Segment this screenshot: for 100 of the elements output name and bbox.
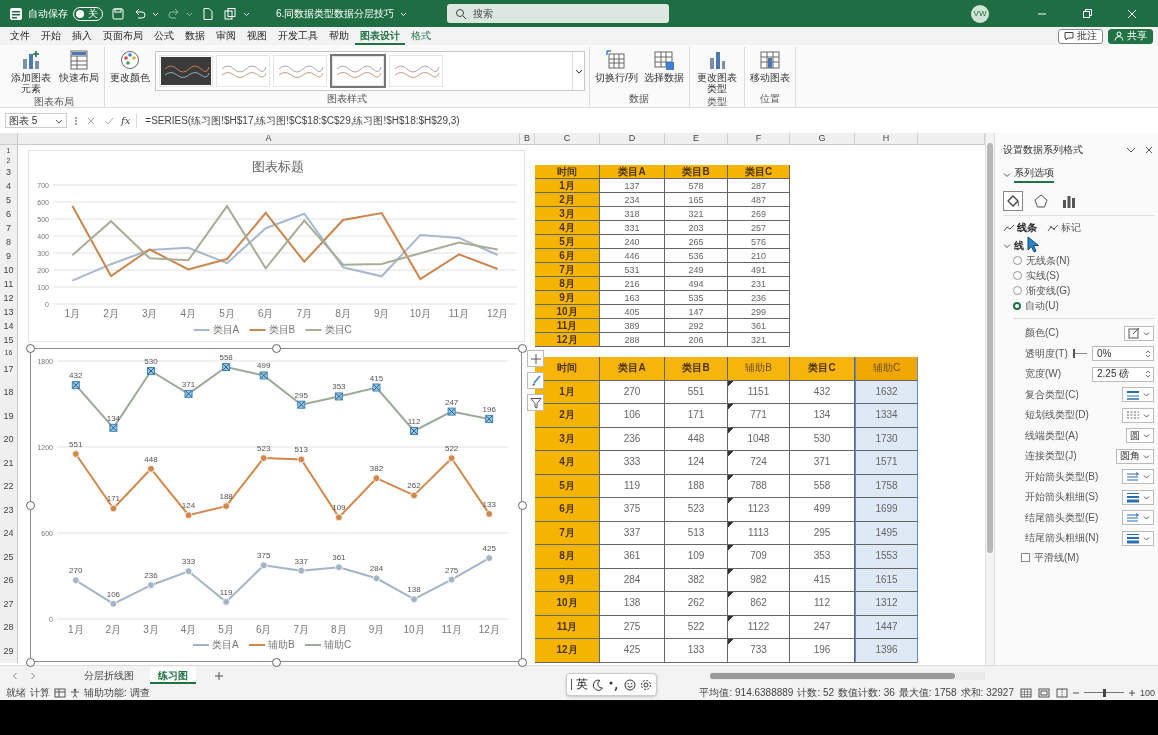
insert-function-button[interactable]: fx: [121, 115, 131, 126]
chart-elements-button[interactable]: [527, 350, 544, 367]
row-header[interactable]: 15: [0, 333, 18, 347]
page-break-icon[interactable]: [1055, 687, 1068, 698]
row-header[interactable]: 29: [0, 639, 18, 663]
row-header[interactable]: 3: [0, 165, 18, 179]
resize-handle[interactable]: [272, 344, 281, 353]
legend-item[interactable]: 类目A: [192, 639, 239, 650]
resize-handle[interactable]: [518, 501, 527, 510]
transparency-field[interactable]: 0%: [1092, 346, 1154, 362]
row-header[interactable]: 11: [0, 277, 18, 291]
line-style-dropdown[interactable]: [1122, 489, 1154, 505]
row-header[interactable]: 24: [0, 521, 18, 545]
ribbon-tab[interactable]: 帮助: [324, 27, 354, 45]
column-header[interactable]: G: [790, 133, 855, 145]
chevron-icon[interactable]: [1126, 145, 1136, 155]
row-header[interactable]: 26: [0, 568, 18, 592]
series-options-tab[interactable]: 系列选项: [1014, 166, 1054, 183]
moon-icon[interactable]: [592, 678, 604, 691]
file-icon[interactable]: [201, 6, 215, 21]
ribbon-tab[interactable]: 开发工具: [273, 27, 323, 45]
row-header[interactable]: 27: [0, 592, 18, 616]
legend-item[interactable]: 类目A: [192, 324, 240, 335]
smiley-icon[interactable]: [624, 678, 636, 691]
ribbon-tab[interactable]: 公式: [149, 27, 179, 45]
legend-item[interactable]: 辅助B: [248, 639, 295, 650]
dropdown[interactable]: 圆: [1126, 428, 1154, 444]
line-style-dropdown[interactable]: [1122, 387, 1154, 403]
zoom-level[interactable]: 100: [1139, 685, 1155, 700]
status-text[interactable]: 计算: [30, 685, 50, 700]
series-line[interactable]: [71, 363, 494, 435]
pane-tab[interactable]: 线条: [1003, 221, 1037, 235]
row-header[interactable]: 18: [0, 380, 18, 404]
row-header[interactable]: 5: [0, 193, 18, 207]
comments-button[interactable]: 批注: [1058, 28, 1103, 44]
group-heading[interactable]: 线: [1014, 239, 1024, 253]
sheet-stats-icon[interactable]: [54, 687, 66, 698]
sheet-tab[interactable]: 分层折线图: [76, 667, 142, 684]
ribbon-button[interactable]: 添加图表元素: [8, 47, 54, 96]
restore-icon[interactable]: [1081, 7, 1093, 20]
row-header[interactable]: 23: [0, 498, 18, 522]
zoom-slider-thumb[interactable]: [1102, 688, 1106, 697]
accessibility-icon[interactable]: [70, 687, 80, 698]
radio-button[interactable]: [1013, 256, 1022, 265]
input-mode-button[interactable]: 英: [576, 676, 588, 693]
row-header[interactable]: 14: [0, 319, 18, 333]
ribbon-button[interactable]: 快速布局: [58, 47, 100, 85]
ribbon-button[interactable]: 选择数据: [642, 47, 685, 85]
column-header[interactable]: C: [535, 133, 600, 145]
legend-item[interactable]: 类目C: [304, 324, 352, 335]
ribbon-tab[interactable]: 开始: [36, 27, 66, 45]
row-header[interactable]: 25: [0, 545, 18, 569]
search-field[interactable]: 搜索: [447, 4, 670, 23]
undo-icon[interactable]: [133, 6, 147, 21]
chart-style-thumbnail[interactable]: [330, 54, 386, 88]
line-style-dropdown[interactable]: [1122, 469, 1154, 485]
row-header[interactable]: 8: [0, 235, 18, 249]
add-sheet-icon[interactable]: [214, 670, 224, 681]
resize-handle[interactable]: [518, 344, 527, 353]
radio-button[interactable]: [1013, 286, 1022, 295]
legend-item[interactable]: 辅助C: [304, 639, 352, 650]
settings-icon[interactable]: [640, 678, 652, 691]
radio-label[interactable]: 渐变线(G): [1026, 283, 1071, 298]
radio-button[interactable]: [1013, 301, 1021, 310]
row-header[interactable]: 7: [0, 221, 18, 235]
line-style-dropdown[interactable]: [1122, 530, 1154, 546]
row-header[interactable]: 17: [0, 357, 18, 381]
fill-line-tab[interactable]: [1003, 191, 1023, 211]
save-icon[interactable]: [111, 6, 125, 21]
avatar[interactable]: VW: [971, 4, 989, 23]
ribbon-button[interactable]: 移动图表: [748, 47, 791, 85]
row-header[interactable]: 6: [0, 207, 18, 221]
resize-handle[interactable]: [26, 501, 35, 510]
chart-filters-button[interactable]: [527, 394, 544, 411]
resize-handle[interactable]: [26, 344, 35, 353]
ribbon-tab[interactable]: 图表设计: [355, 27, 405, 45]
close-icon[interactable]: [1126, 7, 1138, 20]
row-header[interactable]: 22: [0, 474, 18, 498]
copy-icon[interactable]: [223, 6, 237, 21]
close-icon[interactable]: [1144, 145, 1154, 155]
radio-label[interactable]: 实线(S): [1026, 268, 1060, 283]
pane-tab[interactable]: 标记: [1047, 221, 1081, 235]
ribbon-button[interactable]: 切换行/列: [594, 47, 639, 85]
row-header[interactable]: 21: [0, 451, 18, 475]
column-header[interactable]: A: [18, 133, 520, 145]
ribbon-tab[interactable]: 数据: [180, 27, 210, 45]
ribbon-tab[interactable]: 视图: [242, 27, 272, 45]
legend-item[interactable]: 类目B: [248, 324, 296, 335]
line-style-dropdown[interactable]: [1122, 510, 1154, 526]
row-header[interactable]: 10: [0, 263, 18, 277]
name-box[interactable]: 图表 5: [5, 113, 67, 128]
column-header[interactable]: H: [855, 133, 918, 145]
width-field[interactable]: 2.25 磅: [1092, 366, 1154, 382]
normal-view-icon[interactable]: [1019, 687, 1032, 698]
vertical-scrollbar[interactable]: [985, 133, 994, 665]
column-header[interactable]: D: [600, 133, 665, 145]
row-header[interactable]: 12: [0, 291, 18, 305]
checkbox[interactable]: [1021, 553, 1030, 562]
color-picker-button[interactable]: [1124, 325, 1154, 341]
radio-button[interactable]: [1013, 271, 1022, 280]
